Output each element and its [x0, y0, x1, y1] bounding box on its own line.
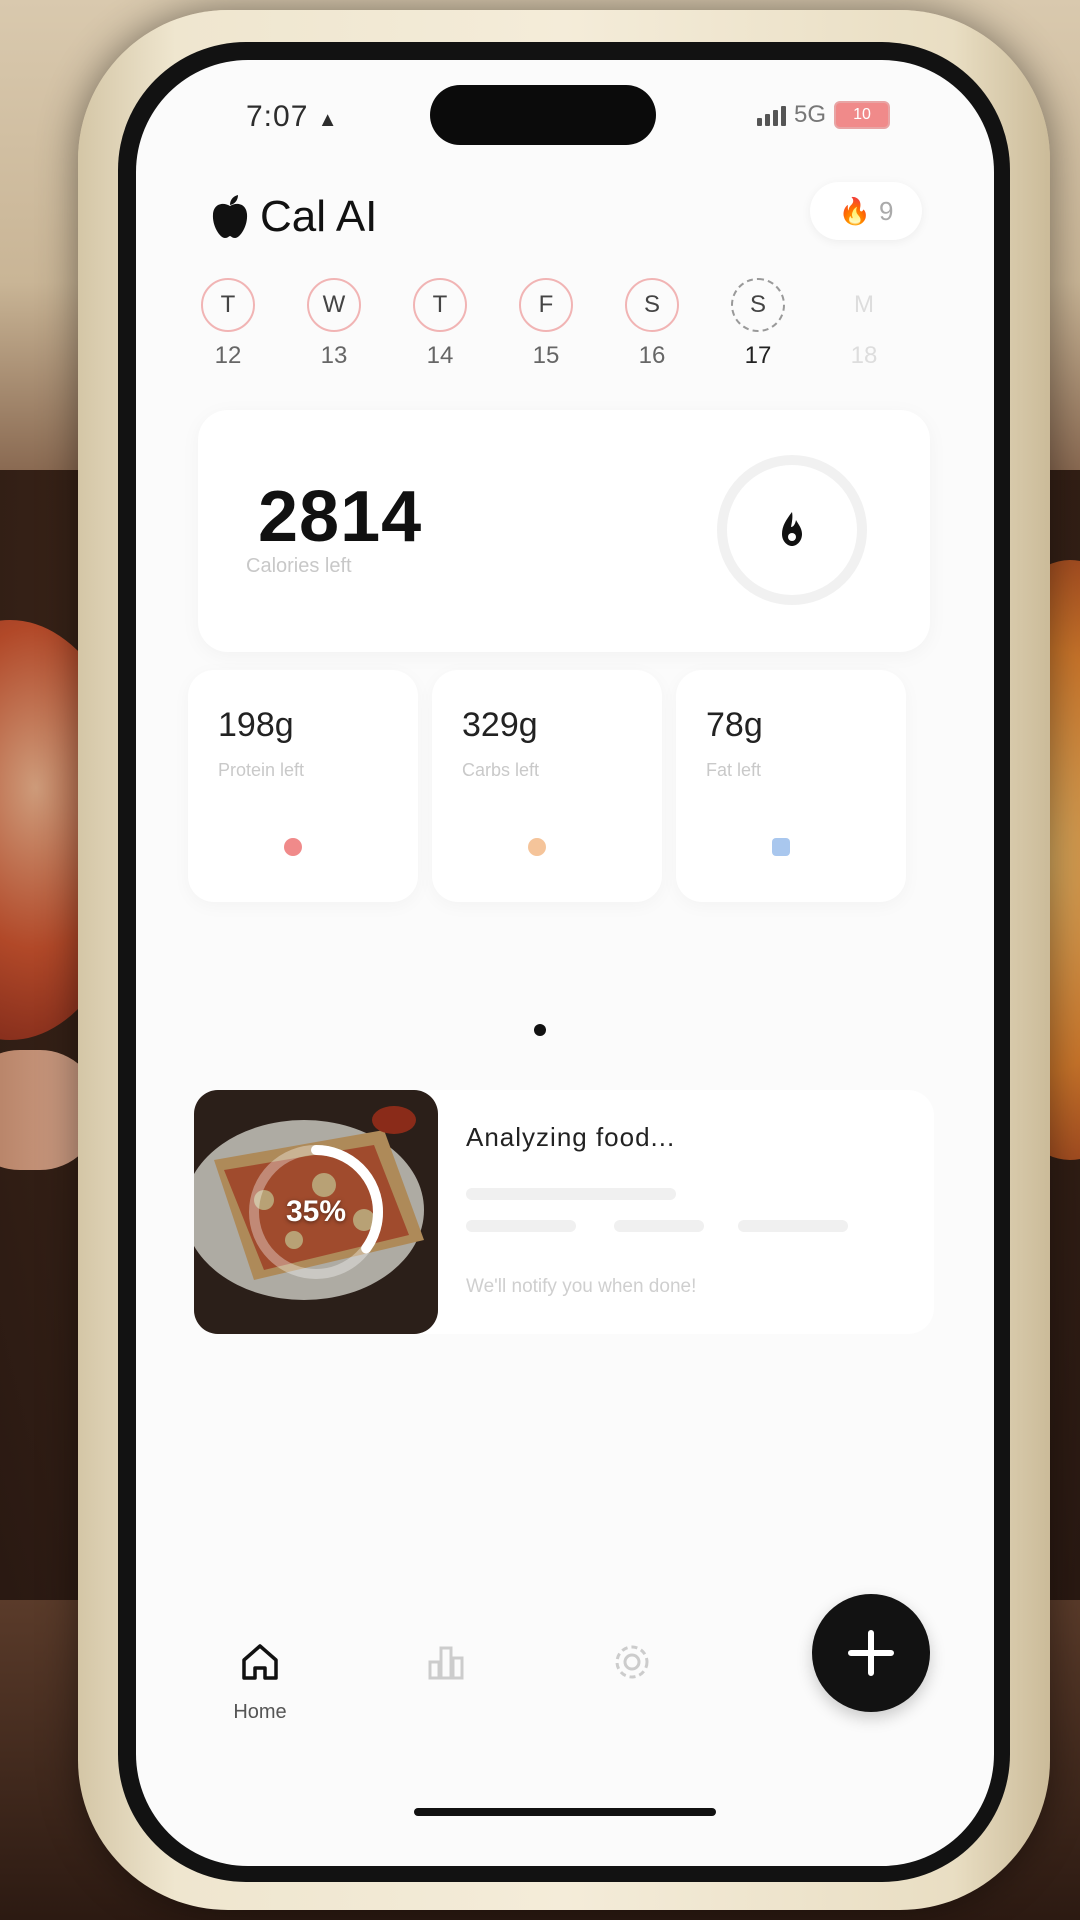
week-strip: T 12 W 13 T 14 F 15 S 16 S 17 M 18 [198, 278, 958, 388]
network-label: 5G [793, 101, 826, 128]
macro-label: Carbs left [462, 760, 540, 780]
signal-icon [756, 104, 786, 126]
day-letter: T [413, 278, 467, 332]
flame-icon [782, 512, 802, 546]
day-letter: M [854, 291, 874, 318]
calorie-ring [717, 455, 867, 605]
macro-card-protein[interactable]: 198g Protein left [188, 670, 418, 902]
day-letter: S [731, 278, 785, 332]
food-status-title: Analyzing food... [466, 1122, 676, 1152]
flame-icon: 🔥 [838, 195, 871, 226]
apple-icon [212, 195, 248, 238]
recent-food-item[interactable]: 35% Analyzing food... We'll notify you w… [194, 1090, 934, 1334]
day-date: 12 [214, 342, 242, 369]
analysis-progress-text: 35% [285, 1195, 347, 1228]
food-photo: 35% [194, 1090, 438, 1334]
home-indicator[interactable] [414, 1808, 716, 1816]
day-date: 15 [532, 342, 560, 369]
day-item[interactable]: T 14 [410, 278, 470, 370]
day-letter: S [625, 278, 679, 332]
tab-home[interactable]: Home [200, 1638, 320, 1724]
calories-left-value: 2814 [258, 477, 423, 557]
day-item[interactable]: S 16 [622, 278, 682, 370]
macro-card-carbs[interactable]: 329g Carbs left [432, 670, 662, 902]
phone-screen: 7:07 ▲ 5G 10 Cal AI 🔥 9 T 12 W 13 T 14 F… [136, 60, 994, 1866]
calories-card[interactable]: 2814 Calories left [198, 410, 930, 652]
day-item[interactable]: F 15 [516, 278, 576, 370]
oil-drop-icon [772, 838, 790, 856]
battery-level: 10 [853, 106, 871, 123]
streak-badge[interactable]: 🔥 9 [810, 182, 922, 240]
dynamic-island [430, 85, 656, 145]
skeleton-line [466, 1188, 676, 1200]
focus-mode-icon: ▲ [317, 109, 339, 131]
plus-icon [848, 1630, 894, 1676]
day-date: 17 [744, 342, 772, 369]
skeleton-line [614, 1220, 704, 1232]
bar-chart-icon [428, 1646, 464, 1680]
tab-settings[interactable] [572, 1638, 692, 1691]
battery-icon: 10 [834, 101, 890, 129]
streak-count: 9 [878, 195, 894, 226]
macro-label: Protein left [218, 760, 305, 780]
app-title: Cal AI [260, 192, 378, 241]
calories-left-label: Calories left [246, 555, 352, 577]
page-indicator[interactable] [534, 1024, 546, 1036]
skeleton-line [466, 1220, 576, 1232]
add-food-button[interactable] [812, 1594, 930, 1712]
status-time: 7:07 ▲ [246, 100, 339, 134]
macro-label: Fat left [706, 760, 762, 780]
tab-analytics[interactable] [386, 1638, 506, 1691]
app-brand: Cal AI [210, 192, 377, 242]
wheat-icon [528, 838, 546, 856]
day-date: 18 [850, 342, 878, 369]
day-letter: F [519, 278, 573, 332]
macro-card-fat[interactable]: 78g Fat left [676, 670, 906, 902]
macro-value: 329g [462, 706, 538, 744]
status-indicators: 5G 10 [756, 98, 890, 132]
home-icon [242, 1644, 278, 1680]
day-item[interactable]: M 18 [834, 278, 894, 370]
day-letter: W [307, 278, 361, 332]
photo-scene: 7:07 ▲ 5G 10 Cal AI 🔥 9 T 12 W 13 T 14 F… [0, 0, 1080, 1920]
day-item[interactable]: T 12 [198, 278, 258, 370]
day-date: 14 [426, 342, 454, 369]
day-date: 16 [638, 342, 666, 369]
macro-value: 198g [218, 706, 294, 744]
food-status-note: We'll notify you when done! [466, 1276, 697, 1297]
day-letter: T [201, 278, 255, 332]
status-time-text: 7:07 [246, 100, 309, 133]
day-item[interactable]: W 13 [304, 278, 364, 370]
tab-home-label: Home [233, 1701, 287, 1723]
day-date: 13 [320, 342, 348, 369]
gear-icon [615, 1645, 649, 1679]
drumstick-icon [284, 838, 302, 856]
day-item-today[interactable]: S 17 [728, 278, 788, 370]
skeleton-line [738, 1220, 848, 1232]
macro-value: 78g [706, 706, 763, 744]
